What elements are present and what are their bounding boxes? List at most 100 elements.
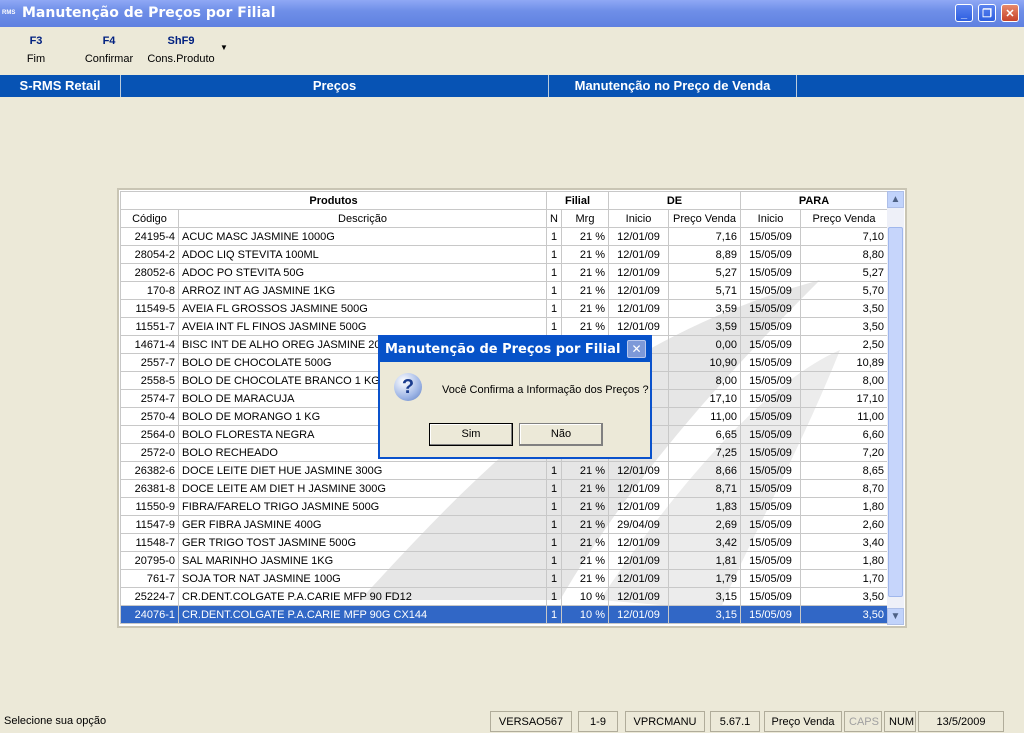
table-cell[interactable]: 1: [546, 461, 562, 480]
table-cell[interactable]: 5,27: [668, 263, 741, 282]
table-cell[interactable]: 12/01/09: [608, 605, 669, 624]
table-cell[interactable]: 1,79: [668, 569, 741, 588]
table-cell[interactable]: 15/05/09: [740, 515, 801, 534]
table-cell[interactable]: 21 %: [561, 515, 609, 534]
table-row[interactable]: 25224-7 CR.DENT.COLGATE P.A.CARIE MFP 90 …: [120, 587, 889, 606]
table-cell[interactable]: 15/05/09: [740, 479, 801, 498]
table-cell[interactable]: 1: [546, 263, 562, 282]
table-cell[interactable]: 11547-9: [120, 515, 179, 534]
table-cell[interactable]: 7,16: [668, 227, 741, 246]
table-cell[interactable]: 21 %: [561, 281, 609, 300]
table-cell[interactable]: 26381-8: [120, 479, 179, 498]
table-cell[interactable]: 761-7: [120, 569, 179, 588]
table-cell[interactable]: 8,00: [799, 371, 889, 390]
table-row[interactable]: 26381-8 DOCE LEITE AM DIET H JASMINE 300G…: [120, 479, 889, 498]
table-row[interactable]: 170-8 ARROZ INT AG JASMINE 1KG 1 21 % 12/01/…: [120, 281, 889, 300]
table-cell[interactable]: 17,10: [799, 389, 889, 408]
close-icon[interactable]: ✕: [1001, 4, 1019, 22]
table-cell[interactable]: 24195-4: [120, 227, 179, 246]
table-cell[interactable]: 5,71: [668, 281, 741, 300]
table-cell[interactable]: SAL MARINHO JASMINE 1KG: [178, 551, 547, 570]
table-cell[interactable]: 3,59: [668, 299, 741, 318]
table-row[interactable]: 20795-0 SAL MARINHO JASMINE 1KG 1 21 % 12/01…: [120, 551, 889, 570]
col-n[interactable]: N: [546, 209, 562, 228]
table-cell[interactable]: 0,00: [668, 335, 741, 354]
table-cell[interactable]: 2572-0: [120, 443, 179, 462]
table-cell[interactable]: 12/01/09: [608, 479, 669, 498]
table-cell[interactable]: 12/01/09: [608, 281, 669, 300]
table-cell[interactable]: 11551-7: [120, 317, 179, 336]
table-row[interactable]: 26382-6 DOCE LEITE DIET HUE JASMINE 300G 1…: [120, 461, 889, 480]
table-cell[interactable]: 21 %: [561, 533, 609, 552]
table-cell[interactable]: 12/01/09: [608, 245, 669, 264]
table-cell[interactable]: 15/05/09: [740, 407, 801, 426]
table-cell[interactable]: 15/05/09: [740, 533, 801, 552]
table-cell[interactable]: 15/05/09: [740, 263, 801, 282]
col-mrg[interactable]: Mrg: [561, 209, 609, 228]
table-cell[interactable]: 15/05/09: [740, 569, 801, 588]
nao-button[interactable]: Não: [519, 423, 603, 446]
table-cell[interactable]: 7,25: [668, 443, 741, 462]
table-cell[interactable]: 15/05/09: [740, 335, 801, 354]
table-cell[interactable]: CR.DENT.COLGATE P.A.CARIE MFP 90G CX144: [178, 605, 547, 624]
table-cell[interactable]: 28052-6: [120, 263, 179, 282]
col-descricao[interactable]: Descrição: [178, 209, 547, 228]
table-cell[interactable]: 12/01/09: [608, 317, 669, 336]
table-cell[interactable]: 12/01/09: [608, 587, 669, 606]
table-cell[interactable]: 15/05/09: [740, 353, 801, 372]
table-cell[interactable]: 2,60: [799, 515, 889, 534]
table-cell[interactable]: 3,50: [799, 587, 889, 606]
table-cell[interactable]: 7,20: [799, 443, 889, 462]
table-cell[interactable]: 3,42: [668, 533, 741, 552]
sim-button[interactable]: Sim: [429, 423, 513, 446]
table-cell[interactable]: 15/05/09: [740, 605, 801, 624]
table-cell[interactable]: 25224-7: [120, 587, 179, 606]
table-cell[interactable]: 17,10: [668, 389, 741, 408]
table-cell[interactable]: 3,50: [799, 299, 889, 318]
table-cell[interactable]: 12/01/09: [608, 533, 669, 552]
grid-scrollbar[interactable]: ▲ ▼: [887, 191, 904, 625]
table-cell[interactable]: 26382-6: [120, 461, 179, 480]
table-cell[interactable]: 20795-0: [120, 551, 179, 570]
restore-icon[interactable]: ❐: [978, 4, 996, 22]
table-cell[interactable]: 15/05/09: [740, 497, 801, 516]
table-cell[interactable]: 12/01/09: [608, 461, 669, 480]
table-cell[interactable]: 8,66: [668, 461, 741, 480]
table-cell[interactable]: 15/05/09: [740, 389, 801, 408]
table-cell[interactable]: 10,90: [668, 353, 741, 372]
table-cell[interactable]: 2,50: [799, 335, 889, 354]
table-cell[interactable]: 1: [546, 569, 562, 588]
table-cell[interactable]: ACUC MASC JASMINE 1000G: [178, 227, 547, 246]
table-row[interactable]: 11550-9 FIBRA/FARELO TRIGO JASMINE 500G 1 2…: [120, 497, 889, 516]
table-cell[interactable]: 11,00: [668, 407, 741, 426]
fim-button[interactable]: F3 Fim: [18, 35, 54, 65]
table-cell[interactable]: 11550-9: [120, 497, 179, 516]
cons-produto-button[interactable]: ShF9 Cons.Produto: [145, 35, 217, 65]
dialog-titlebar[interactable]: Manutenção de Preços por Filial ✕: [380, 337, 650, 362]
table-row[interactable]: 24076-1 CR.DENT.COLGATE P.A.CARIE MFP 90G…: [120, 605, 889, 624]
table-cell[interactable]: 1,70: [799, 569, 889, 588]
table-row[interactable]: 11551-7 AVEIA INT FL FINOS JASMINE 500G 1 2…: [120, 317, 889, 336]
table-cell[interactable]: 8,71: [668, 479, 741, 498]
table-cell[interactable]: 10 %: [561, 587, 609, 606]
table-cell[interactable]: AVEIA INT FL FINOS JASMINE 500G: [178, 317, 547, 336]
table-cell[interactable]: 1: [546, 515, 562, 534]
table-cell[interactable]: 15/05/09: [740, 281, 801, 300]
table-cell[interactable]: 24076-1: [120, 605, 179, 624]
table-cell[interactable]: 15/05/09: [740, 443, 801, 462]
table-cell[interactable]: DOCE LEITE AM DIET H JASMINE 300G: [178, 479, 547, 498]
table-cell[interactable]: 21 %: [561, 479, 609, 498]
table-cell[interactable]: 1: [546, 479, 562, 498]
col-codigo[interactable]: Código: [120, 209, 179, 228]
table-cell[interactable]: 12/01/09: [608, 227, 669, 246]
table-cell[interactable]: 12/01/09: [608, 569, 669, 588]
table-cell[interactable]: 3,50: [799, 317, 889, 336]
table-cell[interactable]: 21 %: [561, 461, 609, 480]
table-cell[interactable]: 8,70: [799, 479, 889, 498]
table-cell[interactable]: FIBRA/FARELO TRIGO JASMINE 500G: [178, 497, 547, 516]
table-cell[interactable]: 5,70: [799, 281, 889, 300]
table-cell[interactable]: 14671-4: [120, 335, 179, 354]
table-cell[interactable]: 3,40: [799, 533, 889, 552]
table-cell[interactable]: 15/05/09: [740, 587, 801, 606]
col-de-inicio[interactable]: Inicio: [608, 209, 669, 228]
